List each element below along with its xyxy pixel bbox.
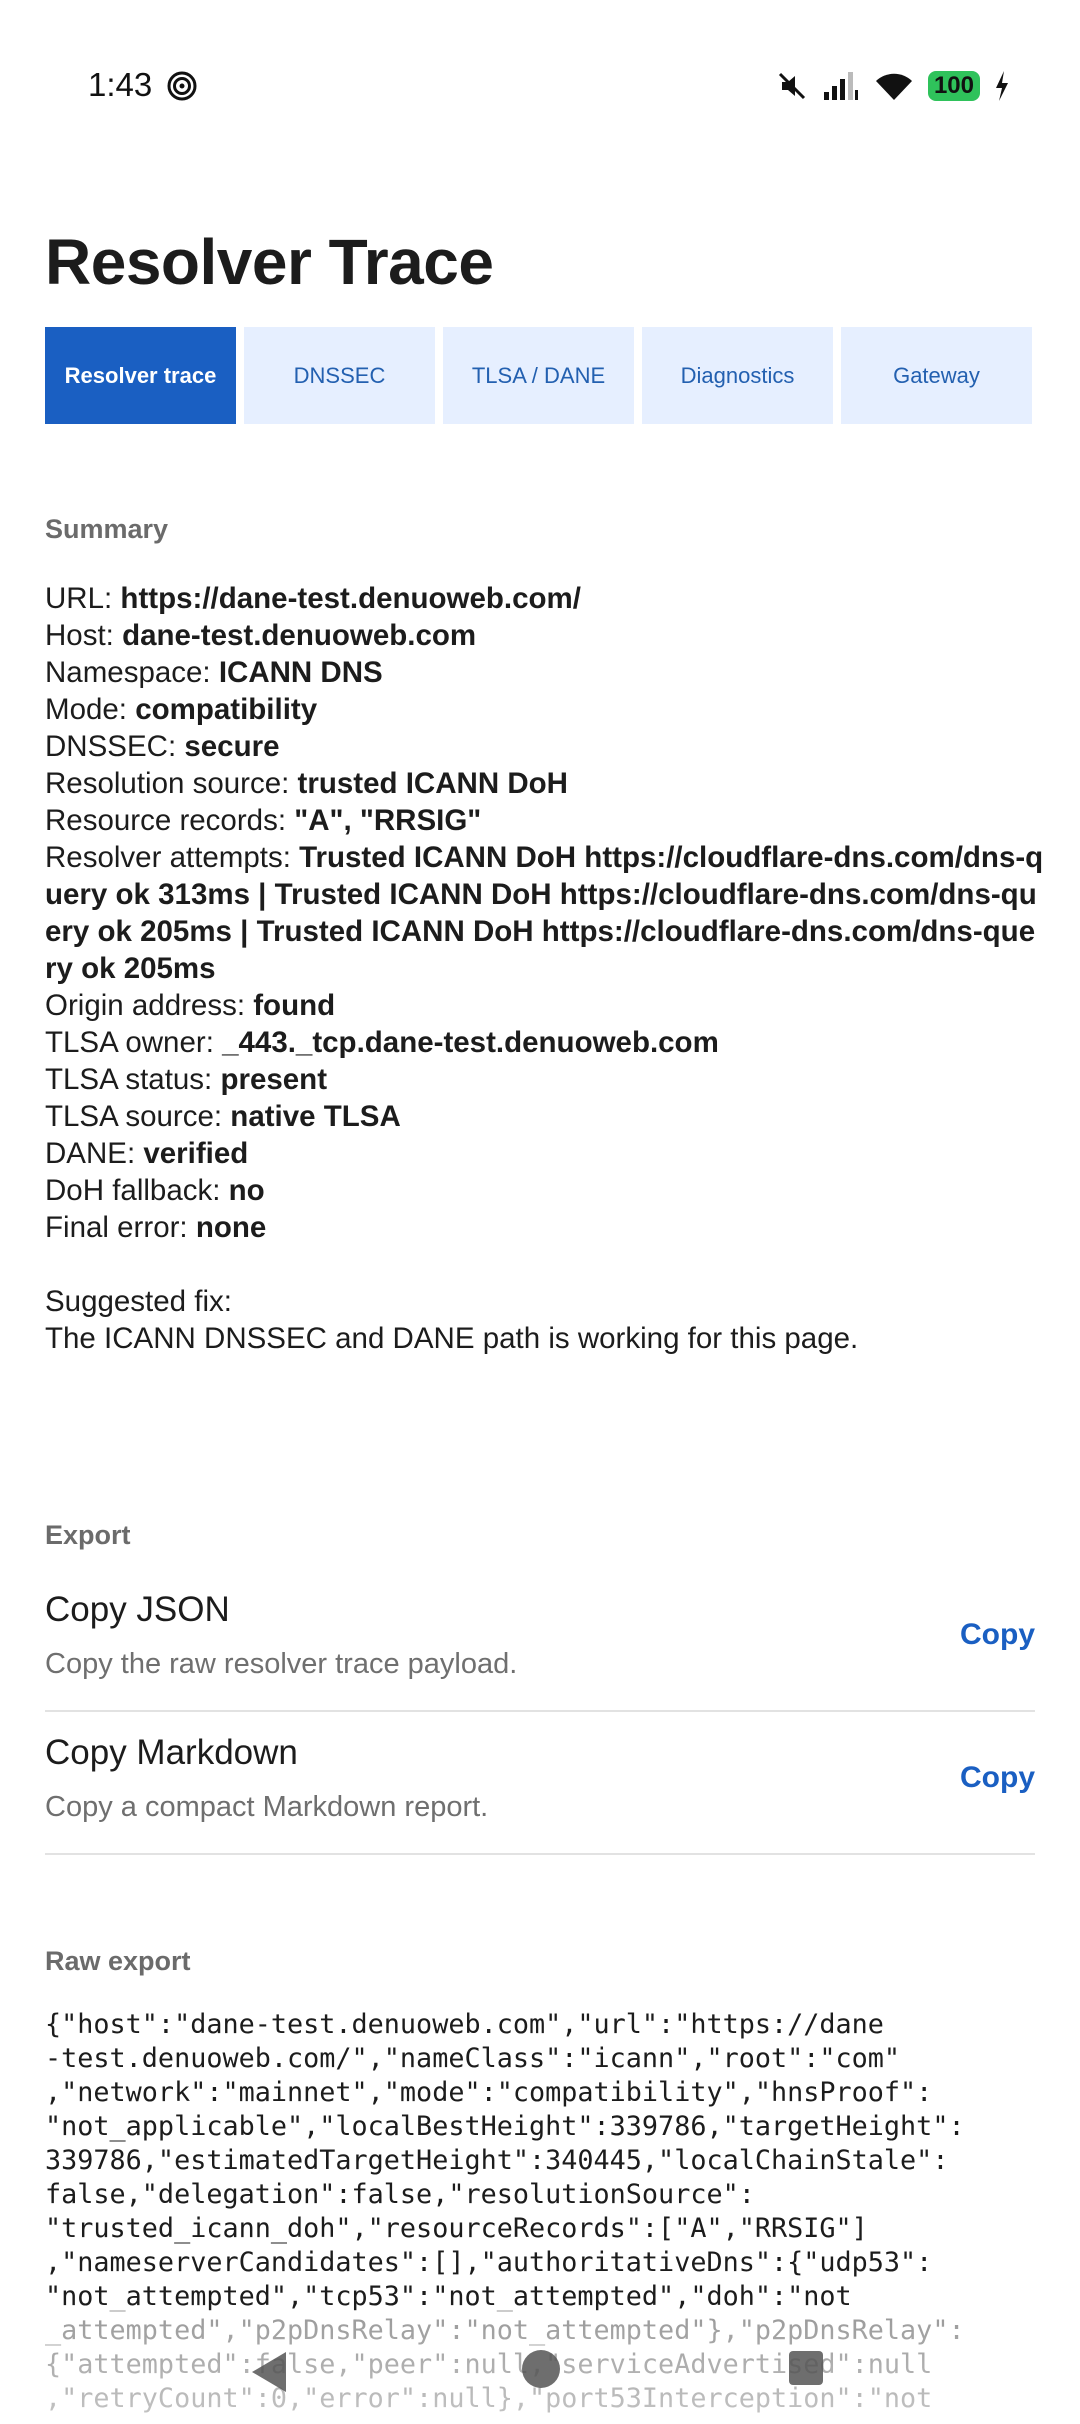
summary-row-resolver-attempts: Resolver attempts: Trusted ICANN DoH htt… [45,841,1044,985]
hotspot-icon [167,71,197,101]
status-time: 1:43 [88,66,153,103]
mute-icon [778,72,806,100]
summary-row-host: Host: dane-test.denuoweb.com [45,619,477,652]
copy-json-subtitle: Copy the raw resolver trace payload. [45,1648,518,1680]
tab-dnssec[interactable]: DNSSEC [244,327,435,424]
summary-row-dane: DANE: verified [45,1137,249,1170]
raw-export-heading: Raw export [45,1946,191,1976]
home-icon[interactable] [522,2350,560,2388]
summary-row-mode: Mode: compatibility [45,693,318,726]
copy-json-button[interactable]: Copy [960,1618,1035,1652]
tab-gateway[interactable]: Gateway [841,327,1032,424]
summary-row-origin-address: Origin address: found [45,989,336,1022]
summary-row-resolution-source: Resolution source: trusted ICANN DoH [45,767,568,800]
suggested-fix-text: The ICANN DNSSEC and DANE path is workin… [45,1322,859,1355]
summary-row-tlsa-status: TLSA status: present [45,1063,328,1096]
summary-row-dnssec: DNSSEC: secure [45,730,280,763]
copy-markdown-title: Copy Markdown [45,1733,298,1772]
signal-icon [823,72,858,100]
copy-markdown-subtitle: Copy a compact Markdown report. [45,1791,489,1823]
tab-tlsa-dane[interactable]: TLSA / DANE [443,327,634,424]
summary-row-doh-fallback: DoH fallback: no [45,1174,265,1207]
back-icon[interactable] [252,2352,286,2392]
wifi-icon [875,73,912,100]
charging-icon [996,71,1008,101]
summary-row-final-error: Final error: none [45,1211,267,1244]
suggested-fix-label: Suggested fix: [45,1285,232,1318]
summary-block: URL: https://dane-test.denuoweb.com/ Hos… [45,580,1045,1357]
summary-row-namespace: Namespace: ICANN DNS [45,656,383,689]
summary-row-tlsa-source: TLSA source: native TLSA [45,1100,401,1133]
summary-row-resource-records: Resource records: "A", "RRSIG" [45,804,482,837]
copy-json-row[interactable]: Copy JSON Copy the raw resolver trace pa… [45,1568,1035,1712]
summary-row-url: URL: https://dane-test.denuoweb.com/ [45,582,581,615]
copy-markdown-button[interactable]: Copy [960,1761,1035,1795]
tab-bar: Resolver trace DNSSEC TLSA / DANE Diagno… [45,327,1032,424]
copy-markdown-row[interactable]: Copy Markdown Copy a compact Markdown re… [45,1711,1035,1855]
tab-diagnostics[interactable]: Diagnostics [642,327,833,424]
summary-heading: Summary [45,514,169,544]
status-bar: 1:43 100 [0,0,1080,140]
page-title: Resolver Trace [45,226,494,298]
tab-resolver-trace[interactable]: Resolver trace [45,327,236,424]
summary-row-tlsa-owner: TLSA owner: _443._tcp.dane-test.denuoweb… [45,1026,719,1059]
recents-icon[interactable] [789,2351,823,2385]
copy-json-title: Copy JSON [45,1590,230,1629]
battery-icon: 100 [927,71,980,101]
status-icons: 100 [776,66,1010,106]
navigation-bar [0,2330,1080,2424]
export-heading: Export [45,1520,131,1550]
